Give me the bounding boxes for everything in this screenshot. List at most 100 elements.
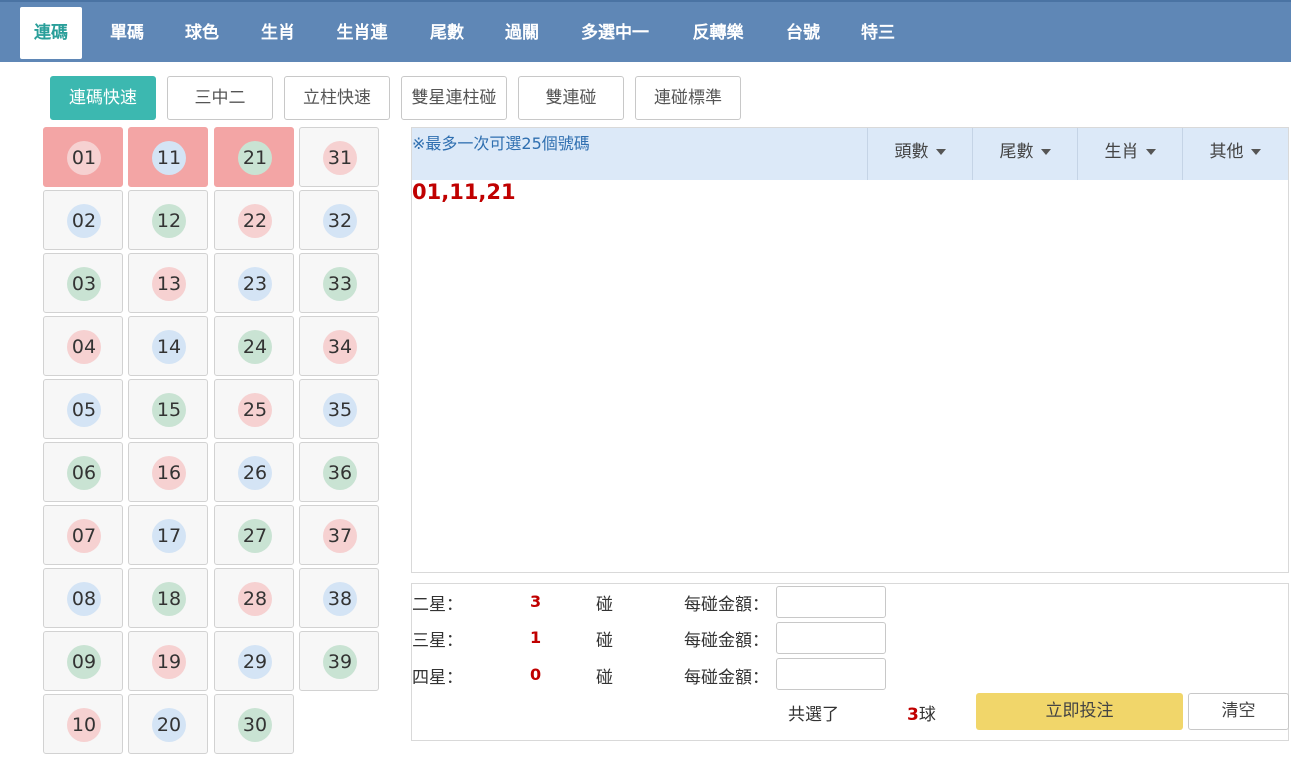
number-cell[interactable]: 28 [214,568,294,628]
number-cell[interactable]: 23 [214,253,294,313]
number-cell[interactable]: 10 [43,694,123,754]
number-cell[interactable]: 27 [214,505,294,565]
number-cell[interactable]: 19 [128,631,208,691]
top-nav: 連碼 單碼 球色 生肖 生肖連 尾數 過關 多選中一 反轉樂 台號 特三 [0,0,1291,62]
number-ball: 31 [323,141,357,175]
number-cell[interactable]: 07 [43,505,123,565]
tab-tesan[interactable]: 特三 [850,7,906,59]
two-star-label: 二星： [412,595,463,615]
number-ball: 10 [67,708,101,742]
number-ball: 17 [152,519,186,553]
four-star-amount-input[interactable] [776,658,886,690]
dropdown-shengxiao-label: 生肖 [1104,142,1139,162]
number-cell[interactable]: 32 [299,190,379,250]
number-cell[interactable]: 31 [299,127,379,187]
panel-header: ※最多一次可選25個號碼 頭數 尾數 生肖 其他 [412,128,1288,180]
number-cell[interactable]: 34 [299,316,379,376]
tab-fanzhuanle[interactable]: 反轉樂 [682,7,754,59]
number-cell[interactable]: 35 [299,379,379,439]
number-cell[interactable]: 12 [128,190,208,250]
total-count-wrap: 3球 [907,700,936,725]
number-cell[interactable]: 30 [214,694,294,754]
subtab-lizhu-fast[interactable]: 立柱快速 [284,76,390,120]
number-cell[interactable]: 14 [128,316,208,376]
tab-lianma[interactable]: 連碼 [20,7,82,59]
number-cell[interactable]: 24 [214,316,294,376]
three-star-count: 1 [530,628,542,647]
dropdown-shengxiao[interactable]: 生肖 [1077,128,1182,180]
three-star-amount-label: 每碰金額： [684,631,769,651]
number-ball: 18 [152,582,186,616]
number-cell[interactable]: 02 [43,190,123,250]
subtab-lianma-fast[interactable]: 連碼快速 [50,76,156,120]
number-cell[interactable]: 37 [299,505,379,565]
number-cell[interactable]: 33 [299,253,379,313]
number-cell[interactable]: 11 [128,127,208,187]
tab-weishu[interactable]: 尾數 [418,7,476,59]
number-cell[interactable]: 17 [128,505,208,565]
number-cell[interactable]: 16 [128,442,208,502]
number-cell[interactable]: 05 [43,379,123,439]
total-count: 3 [907,705,919,725]
number-ball: 25 [238,393,272,427]
tab-duoxuan[interactable]: 多選中一 [570,7,660,59]
three-star-amount-input[interactable] [776,622,886,654]
dropdown-weishu[interactable]: 尾數 [972,128,1077,180]
number-cell[interactable]: 20 [128,694,208,754]
number-cell[interactable]: 22 [214,190,294,250]
tab-qiuse[interactable]: 球色 [174,7,230,59]
number-cell[interactable]: 36 [299,442,379,502]
tab-guoguan[interactable]: 過關 [494,7,550,59]
number-ball: 06 [67,456,101,490]
number-ball: 19 [152,645,186,679]
bet-panel: 二星： 3 碰 每碰金額： 三星： 1 碰 每碰金額： 四星： 0 碰 每碰金額… [411,583,1289,741]
number-cell[interactable]: 39 [299,631,379,691]
number-ball: 30 [238,708,272,742]
total-suffix: 球 [918,705,936,725]
number-cell[interactable]: 06 [43,442,123,502]
number-ball: 27 [238,519,272,553]
number-cell[interactable]: 01 [43,127,123,187]
caret-down-icon [1145,149,1156,155]
number-cell[interactable]: 25 [214,379,294,439]
dropdown-qita[interactable]: 其他 [1182,128,1287,180]
number-cell[interactable]: 04 [43,316,123,376]
tab-shengxiao[interactable]: 生肖 [250,7,306,59]
number-ball: 15 [152,393,186,427]
two-star-amount-input[interactable] [776,586,886,618]
tab-danma[interactable]: 單碼 [98,7,156,59]
number-cell[interactable]: 09 [43,631,123,691]
dropdown-qita-label: 其他 [1209,142,1244,162]
place-bet-button[interactable]: 立即投注 [976,693,1183,730]
number-cell[interactable]: 15 [128,379,208,439]
number-ball: 21 [238,141,272,175]
number-cell[interactable]: 21 [214,127,294,187]
number-cell[interactable]: 18 [128,568,208,628]
number-cell[interactable]: 26 [214,442,294,502]
subtab-shuangxing[interactable]: 雙星連柱碰 [401,76,507,120]
dropdown-toushu-label: 頭數 [894,142,929,162]
number-ball: 39 [323,645,357,679]
subtab-shuanglian[interactable]: 雙連碰 [518,76,624,120]
caret-down-icon [1250,149,1261,155]
number-cell[interactable]: 29 [214,631,294,691]
caret-down-icon [1040,149,1051,155]
subtab-san-zhong-er[interactable]: 三中二 [167,76,273,120]
tab-taihao[interactable]: 台號 [774,7,832,59]
number-ball: 09 [67,645,101,679]
subtab-lianpeng-standard[interactable]: 連碰標準 [635,76,741,120]
number-ball: 22 [238,204,272,238]
four-star-label: 四星： [412,668,463,688]
dropdown-toushu[interactable]: 頭數 [867,128,972,180]
number-ball: 36 [323,456,357,490]
number-cell[interactable]: 03 [43,253,123,313]
clear-button[interactable]: 清空 [1188,693,1289,730]
two-star-amount-label: 每碰金額： [684,595,769,615]
number-cell[interactable]: 08 [43,568,123,628]
number-ball: 37 [323,519,357,553]
number-cell[interactable]: 13 [128,253,208,313]
number-cell[interactable]: 38 [299,568,379,628]
caret-down-icon [935,149,946,155]
two-star-count: 3 [530,592,542,611]
tab-shengxiao-lian[interactable]: 生肖連 [326,7,398,59]
